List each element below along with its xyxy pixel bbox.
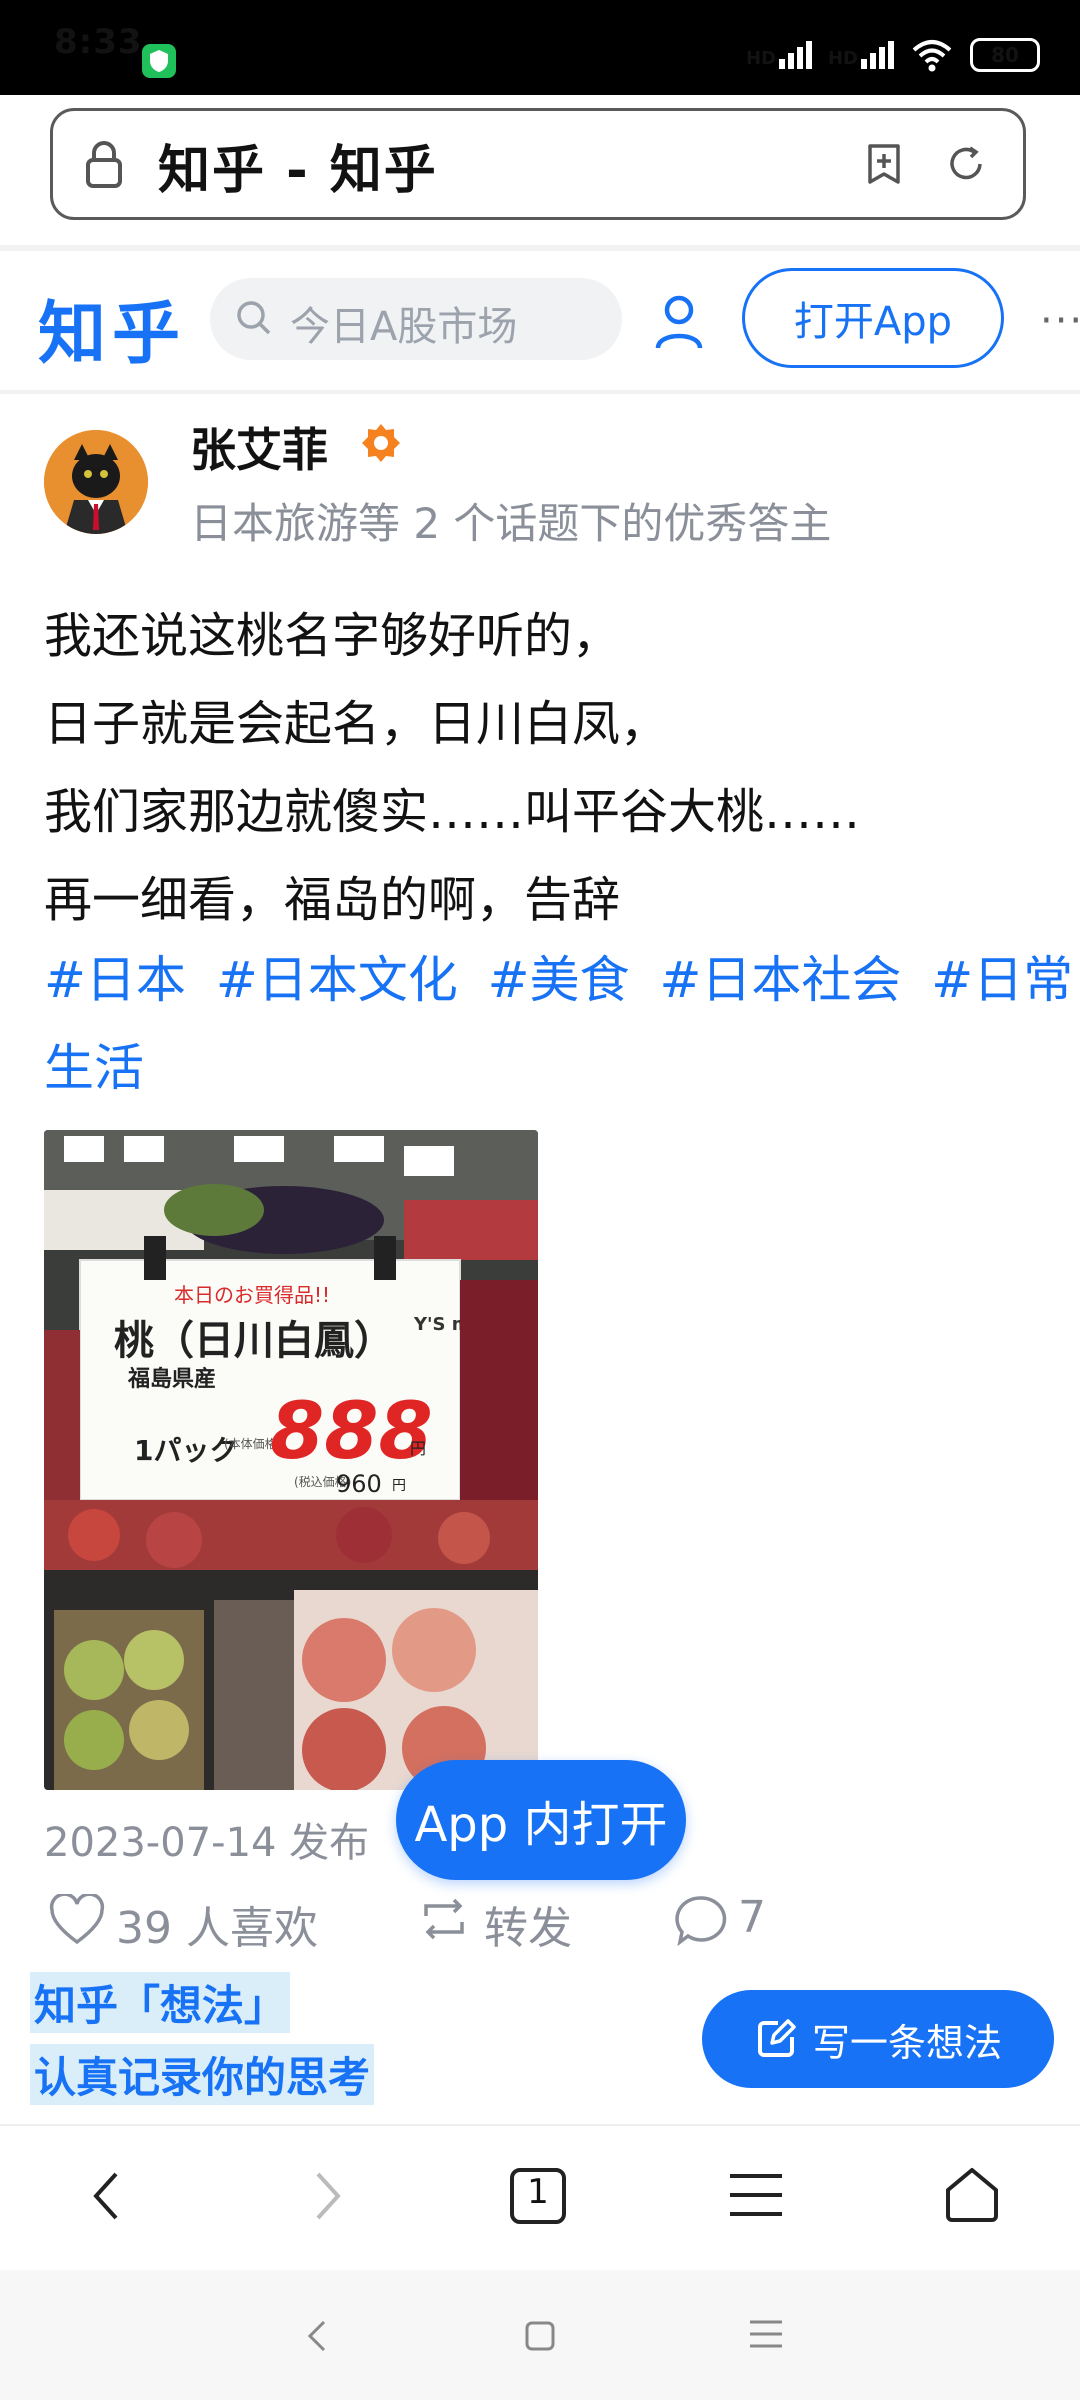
tag-link[interactable]: #日本社会 [659, 951, 901, 1009]
sign-top-text: 本日のお買得品!! [174, 1283, 330, 1307]
comment-count[interactable]: 7 [738, 1892, 766, 1943]
refresh-icon[interactable] [944, 142, 988, 186]
post-tags: #日本 #日本文化 #美食 #日本社会 #日常 生活 [44, 936, 1073, 1112]
signal-icon: HD [828, 41, 894, 69]
system-back-icon[interactable] [304, 2316, 330, 2356]
tag-link[interactable]: #日本 [44, 951, 186, 1009]
comment-icon[interactable] [674, 1894, 728, 1947]
system-recents-icon[interactable] [748, 2318, 784, 2350]
write-thought-label: 写一条想法 [811, 2020, 1002, 2065]
tag-link[interactable]: #日本文化 [216, 951, 458, 1009]
tag-link[interactable]: #美食 [488, 951, 630, 1009]
post-image[interactable]: 本日のお買得品!! Y'S mart 桃（日川白鳳） 福島県産 1パック (本体… [44, 1130, 538, 1790]
post-date: 2023-07-14 发布 [44, 1820, 370, 1866]
sign-tax-price: 960 [336, 1470, 382, 1498]
system-home-icon[interactable] [524, 2320, 556, 2352]
promo-title: 知乎「想法」 [30, 1972, 291, 2033]
search-icon [234, 298, 274, 338]
divider [0, 390, 1080, 394]
user-icon[interactable] [654, 294, 704, 350]
content-line: 日子就是会起名，日川白凤， [44, 696, 669, 752]
lock-icon [84, 140, 124, 188]
repost-label[interactable]: 转发 [484, 1892, 572, 1956]
battery-indicator: 80 [970, 38, 1040, 72]
heart-icon[interactable] [48, 1892, 106, 1946]
edit-icon [757, 2019, 796, 2057]
post-content: 我还说这桃名字够好听的， 日子就是会起名，日川白凤， 我们家那边就傻实……叫平谷… [44, 592, 1044, 944]
page-title[interactable]: 知乎 - 知乎 [158, 128, 438, 203]
menu-icon[interactable] [728, 2170, 784, 2220]
add-bookmark-icon[interactable] [862, 142, 906, 186]
divider [0, 245, 1080, 251]
write-thought-button[interactable]: 写一条想法 [702, 1990, 1054, 2088]
like-count[interactable]: 39 人喜欢 [116, 1892, 318, 1956]
more-icon[interactable]: ··· [1040, 298, 1080, 344]
promo-subtitle: 认真记录你的思考 [30, 2044, 375, 2105]
shield-icon [142, 44, 176, 78]
status-time: 8:33 [54, 22, 143, 62]
content-line: 再一细看，福岛的啊，告辞 [44, 872, 621, 928]
tab-count: 1 [527, 2172, 549, 2212]
signal-icon: HD [746, 41, 812, 69]
back-icon[interactable] [86, 2166, 126, 2226]
author-description: 日本旅游等 2 个话题下的优秀答主 [190, 499, 832, 548]
author-name[interactable]: 张艾菲 [190, 414, 328, 480]
sign-yen: 円 [410, 1439, 426, 1458]
status-indicators: HD HD 80 [746, 38, 1040, 72]
open-app-button[interactable]: 打开App [742, 268, 1004, 368]
forward-icon[interactable] [308, 2166, 348, 2226]
wifi-icon [912, 40, 952, 72]
tag-link-continued[interactable]: 生活 [44, 1024, 1044, 1112]
content-line: 我们家那边就傻实……叫平谷大桃…… [44, 784, 861, 840]
excellent-answerer-badge-icon [360, 422, 402, 464]
open-in-app-button[interactable]: App 内打开 [396, 1760, 686, 1880]
sign-tax-yen: 円 [392, 1478, 406, 1494]
repost-icon[interactable] [414, 1892, 474, 1946]
search-placeholder: 今日A股市场 [290, 304, 518, 350]
avatar[interactable] [44, 430, 148, 534]
sign-product-name: 桃（日川白鳳） [114, 1318, 394, 1364]
zhihu-logo[interactable]: 知乎 [38, 278, 186, 377]
tag-link[interactable]: #日常 [931, 951, 1073, 1009]
content-line: 我还说这桃名字够好听的， [44, 608, 621, 664]
sign-price: 888 [270, 1387, 433, 1477]
home-icon[interactable] [942, 2164, 1002, 2224]
sign-unit: 1パック [134, 1434, 237, 1467]
sign-origin: 福島県産 [127, 1366, 216, 1392]
